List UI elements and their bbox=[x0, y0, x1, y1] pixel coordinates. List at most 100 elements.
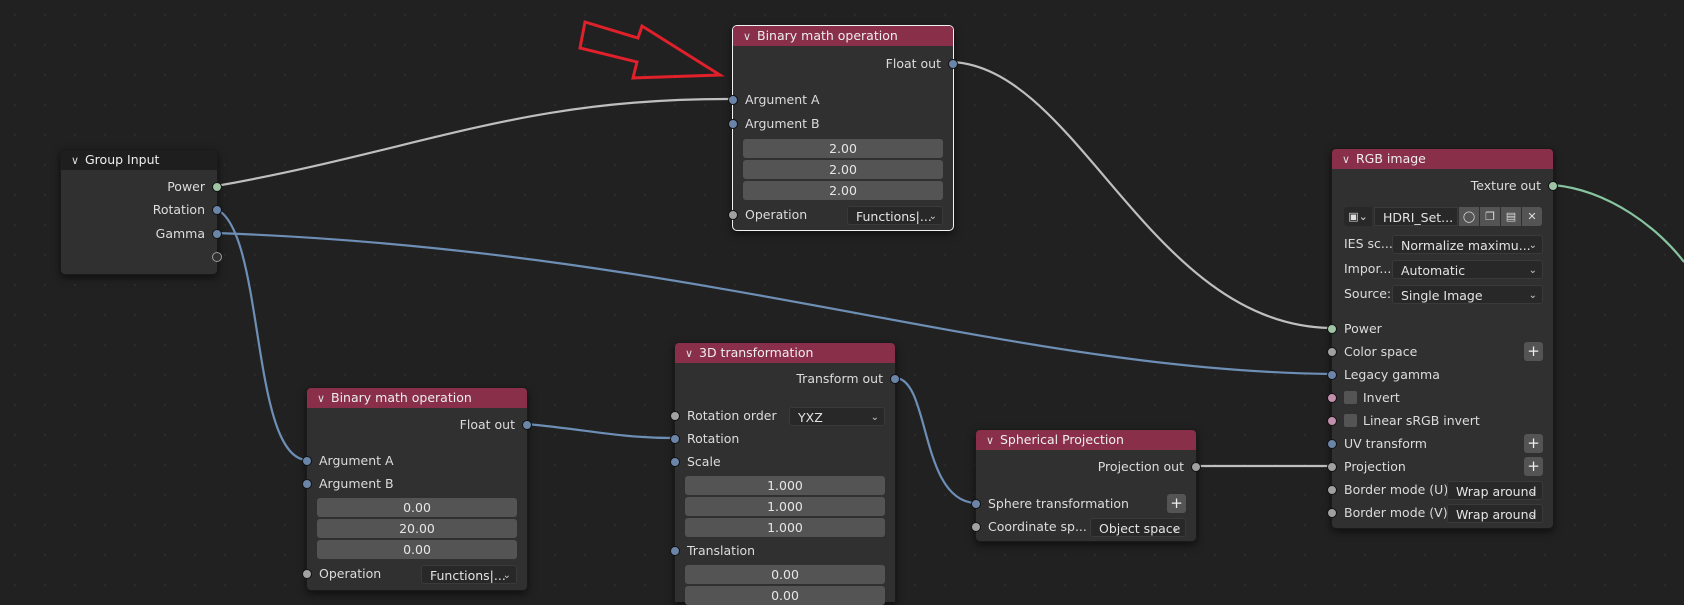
image-name-field[interactable]: HDRI_Set... bbox=[1374, 207, 1458, 226]
node-header[interactable]: ∨ Binary math operation bbox=[733, 26, 953, 46]
input-socket-border-mode-v[interactable] bbox=[1327, 508, 1337, 518]
translation-y-field[interactable]: 0.00 bbox=[685, 586, 885, 605]
input-socket-rotation-order[interactable] bbox=[670, 411, 680, 421]
chevron-down-icon[interactable]: ∨ bbox=[986, 431, 1000, 451]
border-mode-v-dropdown[interactable]: Wrap around ⌄ bbox=[1447, 504, 1543, 523]
input-socket-sphere-transformation[interactable] bbox=[971, 499, 981, 509]
argument-b-x-field[interactable]: 2.00 bbox=[743, 139, 943, 158]
input-label-uv-transform: UV transform bbox=[1344, 436, 1427, 451]
input-socket-operation[interactable] bbox=[302, 569, 312, 579]
chevron-down-icon: ⌄ bbox=[1171, 523, 1180, 534]
rotation-order-dropdown[interactable]: YXZ ⌄ bbox=[789, 407, 885, 426]
operation-dropdown[interactable]: Functions|... ⌄ bbox=[421, 565, 517, 584]
output-socket-gamma[interactable] bbox=[212, 229, 222, 239]
add-uv-transform-button[interactable]: + bbox=[1524, 434, 1543, 453]
ies-scale-dropdown[interactable]: Normalize maximu... ⌄ bbox=[1392, 235, 1543, 254]
node-title: Group Input bbox=[85, 152, 160, 167]
binary-math-node-top[interactable]: ∨ Binary math operation Float out Argumen… bbox=[728, 25, 958, 231]
input-socket-rotation[interactable] bbox=[670, 434, 680, 444]
chevron-down-icon[interactable]: ∨ bbox=[1342, 150, 1356, 170]
import-dropdown[interactable]: Automatic ⌄ bbox=[1392, 260, 1543, 279]
node-header[interactable]: ∨ Binary math operation bbox=[307, 388, 527, 408]
translation-x-field[interactable]: 0.00 bbox=[685, 565, 885, 584]
source-dropdown[interactable]: Single Image ⌄ bbox=[1392, 285, 1543, 304]
linear-srgb-invert-label: Linear sRGB invert bbox=[1363, 413, 1480, 428]
wire-float-out-to-power bbox=[952, 60, 1332, 330]
output-socket-projection-out[interactable] bbox=[1191, 462, 1201, 472]
input-socket-argument-b[interactable] bbox=[728, 119, 738, 129]
output-socket-empty[interactable] bbox=[212, 252, 222, 262]
argument-b-z-field[interactable]: 2.00 bbox=[743, 181, 943, 200]
output-socket-float-out[interactable] bbox=[948, 59, 958, 69]
output-socket-texture-out[interactable] bbox=[1548, 181, 1558, 191]
input-socket-argument-a[interactable] bbox=[728, 95, 738, 105]
scale-z-field[interactable]: 1.000 bbox=[685, 518, 885, 537]
input-socket-translation[interactable] bbox=[670, 546, 680, 556]
chevron-down-icon[interactable]: ∨ bbox=[743, 27, 757, 47]
chevron-down-icon[interactable]: ∨ bbox=[317, 389, 331, 409]
input-socket-border-mode-u[interactable] bbox=[1327, 485, 1337, 495]
output-socket-rotation[interactable] bbox=[212, 205, 222, 215]
input-label-color-space: Color space bbox=[1344, 344, 1418, 359]
input-socket-coordinate-space[interactable] bbox=[971, 522, 981, 532]
input-socket-invert[interactable] bbox=[1327, 393, 1337, 403]
node-header[interactable]: ∨ Spherical Projection bbox=[976, 430, 1196, 450]
group-input-node[interactable]: ∨ Group Input Power Rotation Gamma bbox=[60, 149, 222, 275]
chevron-down-icon[interactable]: ∨ bbox=[685, 344, 699, 364]
image-browse-icon[interactable]: ▣⌄ bbox=[1344, 207, 1372, 226]
argument-b-y-field[interactable]: 2.00 bbox=[743, 160, 943, 179]
output-socket-power[interactable] bbox=[212, 182, 222, 192]
input-socket-scale[interactable] bbox=[670, 457, 680, 467]
output-socket-transform-out[interactable] bbox=[890, 374, 900, 384]
input-socket-legacy-gamma[interactable] bbox=[1327, 370, 1337, 380]
border-mode-u-dropdown[interactable]: Wrap around ⌄ bbox=[1447, 481, 1543, 500]
ies-scale-label: IES sc... bbox=[1344, 236, 1393, 251]
fake-user-shield-icon[interactable]: ◯ bbox=[1459, 207, 1479, 226]
input-socket-color-space[interactable] bbox=[1327, 347, 1337, 357]
input-label-translation: Translation bbox=[687, 543, 756, 558]
scale-y-field[interactable]: 1.000 bbox=[685, 497, 885, 516]
input-socket-operation[interactable] bbox=[728, 210, 738, 220]
image-selector[interactable]: ▣⌄ HDRI_Set... ◯ ❐ ▤ ✕ bbox=[1344, 207, 1543, 226]
input-socket-projection[interactable] bbox=[1327, 462, 1337, 472]
operation-dropdown[interactable]: Functions|... ⌄ bbox=[847, 206, 943, 225]
add-sphere-transformation-button[interactable]: + bbox=[1167, 494, 1186, 513]
rotation-order-value: YXZ bbox=[798, 410, 823, 425]
scale-x-field[interactable]: 1.000 bbox=[685, 476, 885, 495]
chevron-down-icon[interactable]: ∨ bbox=[71, 151, 85, 171]
argument-b-z-field[interactable]: 0.00 bbox=[317, 540, 517, 559]
coordinate-space-dropdown[interactable]: Object space ⌄ bbox=[1090, 518, 1186, 537]
coordinate-space-value: Object space bbox=[1099, 521, 1181, 536]
input-socket-uv-transform[interactable] bbox=[1327, 439, 1337, 449]
input-socket-argument-a[interactable] bbox=[302, 456, 312, 466]
binary-math-node-bottom[interactable]: ∨ Binary math operation Float out Argumen… bbox=[302, 387, 532, 591]
add-color-space-button[interactable]: + bbox=[1524, 342, 1543, 361]
output-socket-float-out[interactable] bbox=[522, 420, 532, 430]
invert-checkbox[interactable] bbox=[1344, 391, 1357, 404]
input-label-legacy-gamma: Legacy gamma bbox=[1344, 367, 1440, 382]
output-label-float-out: Float out bbox=[885, 56, 941, 71]
node-header[interactable]: ∨ 3D transformation bbox=[675, 343, 895, 363]
input-socket-argument-b[interactable] bbox=[302, 479, 312, 489]
node-title: Binary math operation bbox=[331, 390, 472, 405]
chevron-down-icon: ⌄ bbox=[928, 211, 937, 222]
spherical-projection-node[interactable]: ∨ Spherical Projection Projection out Sph… bbox=[971, 429, 1201, 542]
close-icon[interactable]: ✕ bbox=[1522, 207, 1542, 226]
input-label-scale: Scale bbox=[687, 454, 721, 469]
chevron-down-icon: ⌄ bbox=[870, 412, 879, 423]
argument-b-y-field[interactable]: 20.00 bbox=[317, 519, 517, 538]
node-header[interactable]: ∨ RGB image bbox=[1332, 149, 1553, 169]
wire-texture-out bbox=[1552, 183, 1684, 263]
linear-srgb-invert-checkbox[interactable] bbox=[1344, 414, 1357, 427]
add-projection-button[interactable]: + bbox=[1524, 457, 1543, 476]
input-socket-power[interactable] bbox=[1327, 324, 1337, 334]
input-label-rotation-order: Rotation order bbox=[687, 408, 777, 423]
open-folder-icon[interactable]: ▤ bbox=[1501, 207, 1521, 226]
invert-label: Invert bbox=[1363, 390, 1400, 405]
duplicate-icon[interactable]: ❐ bbox=[1480, 207, 1500, 226]
rgb-image-node[interactable]: ∨ RGB image Texture out ▣⌄ HDRI_Set... ◯ … bbox=[1327, 148, 1558, 529]
argument-b-x-field[interactable]: 0.00 bbox=[317, 498, 517, 517]
node-header[interactable]: ∨ Group Input bbox=[61, 150, 217, 170]
input-socket-linear-srgb-invert[interactable] bbox=[1327, 416, 1337, 426]
transform-3d-node[interactable]: ∨ 3D transformation Transform out Rotatio… bbox=[670, 342, 900, 605]
